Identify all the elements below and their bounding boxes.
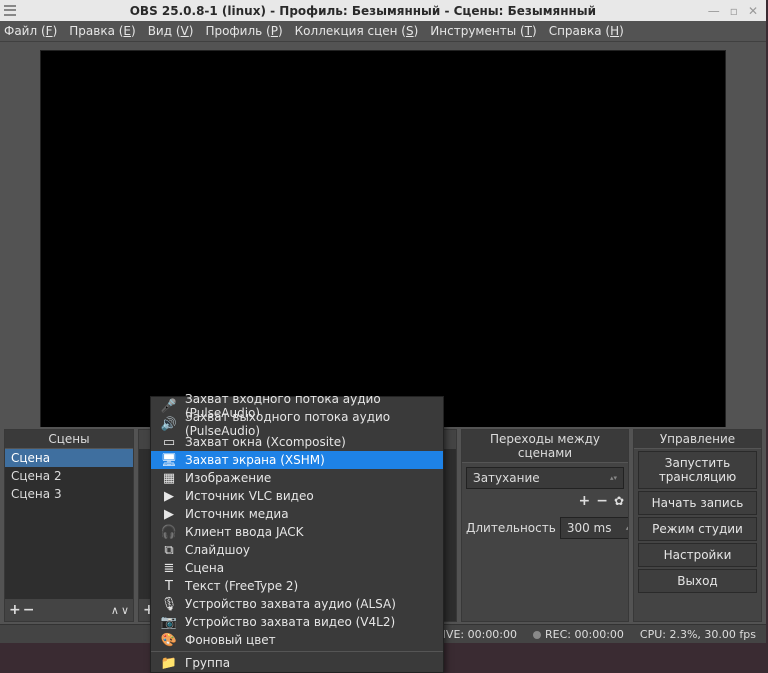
studio-mode-button[interactable]: Режим студии: [638, 517, 757, 541]
window-icon: ▭: [161, 435, 177, 450]
scene-up-button[interactable]: ∧: [111, 604, 119, 617]
exit-button[interactable]: Выход: [638, 569, 757, 593]
source-menu-label: Группа: [185, 656, 230, 670]
source-menu-label: Устройство захвата видео (V4L2): [185, 615, 395, 629]
monitor-icon: 🖥: [161, 453, 177, 468]
preview-canvas[interactable]: [40, 50, 726, 428]
settings-button[interactable]: Настройки: [638, 543, 757, 567]
start-streaming-button[interactable]: Запустить трансляцию: [638, 451, 757, 489]
source-menu-label: Захват выходного потока аудио (PulseAudi…: [185, 410, 433, 438]
combo-spinner-icon: ▴▾: [610, 475, 617, 481]
menu-scene-collection[interactable]: Коллекция сцен (S): [295, 24, 419, 38]
slides-icon: ⧉: [161, 543, 177, 558]
source-menu-label: Захват окна (Xcomposite): [185, 435, 346, 449]
scenes-toolbar: + − ∧ ∨: [5, 599, 133, 621]
jack-icon: 🎧: [161, 525, 177, 540]
scene-down-button[interactable]: ∨: [121, 604, 129, 617]
speaker-icon: 🔊: [161, 417, 177, 432]
titlebar[interactable]: OBS 25.0.8-1 (linux) - Профиль: Безымянн…: [0, 0, 766, 21]
source-menu-group[interactable]: 📁 Группа: [151, 654, 443, 672]
source-menu-label: Слайдшоу: [185, 543, 250, 557]
gear-icon[interactable]: ✿: [614, 493, 624, 509]
maximize-button[interactable]: ▫: [730, 4, 738, 18]
panel-transitions: Переходы между сценами Затухание ▴▾ + − …: [461, 429, 629, 622]
menu-separator: [151, 651, 443, 652]
minimize-button[interactable]: —: [708, 4, 720, 18]
source-menu-item[interactable]: T Текст (FreeType 2): [151, 577, 443, 595]
list-icon: ≣: [161, 561, 177, 576]
transition-type-combo[interactable]: Затухание ▴▾: [466, 467, 624, 489]
add-scene-button[interactable]: +: [9, 602, 21, 618]
source-menu-item[interactable]: 🔊Захват выходного потока аудио (PulseAud…: [151, 415, 443, 433]
source-menu-label: Изображение: [185, 471, 271, 485]
menu-view[interactable]: Вид (V): [148, 24, 194, 38]
source-menu-item[interactable]: 🖥 Захват экрана (XSHM): [151, 451, 443, 469]
menu-file[interactable]: Файл (F): [4, 24, 57, 38]
source-menu-item[interactable]: 🎙 Устройство захвата аудио (ALSA): [151, 595, 443, 613]
source-menu-label: Фоновый цвет: [185, 633, 276, 647]
preview-area: [0, 42, 766, 427]
transition-add-button[interactable]: +: [578, 493, 590, 509]
source-menu-label: Сцена: [185, 561, 224, 575]
start-recording-button[interactable]: Начать запись: [638, 491, 757, 515]
transitions-body: Затухание ▴▾ + − ✿ Длительность 300 ms ▴: [462, 463, 628, 621]
content-area: Сцены Сцена Сцена 2 Сцена 3 + − ∧ ∨ Исто…: [0, 42, 766, 643]
source-menu-item[interactable]: ▦ Изображение: [151, 469, 443, 487]
add-source-context-menu[interactable]: 🎤Захват входного потока аудио (PulseAudi…: [150, 396, 444, 673]
panel-scenes: Сцены Сцена Сцена 2 Сцена 3 + − ∧ ∨: [4, 429, 134, 622]
transition-duration-input[interactable]: 300 ms ▴▾: [560, 517, 628, 539]
text-icon: T: [161, 579, 177, 594]
image-icon: ▦: [161, 471, 177, 486]
status-rec: REC: 00:00:00: [533, 628, 624, 641]
color-icon: 🎨: [161, 633, 177, 648]
transition-duration-label: Длительность: [466, 521, 556, 535]
source-menu-item[interactable]: ≣ Сцена: [151, 559, 443, 577]
source-menu-item[interactable]: 🎧 Клиент ввода JACK: [151, 523, 443, 541]
source-menu-item[interactable]: ▶ Источник медиа: [151, 505, 443, 523]
menu-edit[interactable]: Правка (E): [69, 24, 135, 38]
menubar: Файл (F) Правка (E) Вид (V) Профиль (P) …: [0, 21, 766, 42]
source-menu-item[interactable]: ⧉ Слайдшоу: [151, 541, 443, 559]
close-button[interactable]: ✕: [748, 4, 758, 18]
source-menu-item[interactable]: 📷 Устройство захвата видео (V4L2): [151, 613, 443, 631]
source-menu-label: Устройство захвата аудио (ALSA): [185, 597, 396, 611]
source-menu-item[interactable]: ▶ Источник VLC видео: [151, 487, 443, 505]
source-menu-label: Текст (FreeType 2): [185, 579, 298, 593]
transition-type-value: Затухание: [473, 471, 540, 485]
source-menu-label: Захват экрана (XSHM): [185, 453, 325, 467]
play-icon: ▶: [161, 489, 177, 504]
transition-remove-button[interactable]: −: [596, 493, 608, 509]
menu-help[interactable]: Справка (H): [549, 24, 624, 38]
panel-scenes-header[interactable]: Сцены: [5, 430, 133, 449]
scenes-list[interactable]: Сцена Сцена 2 Сцена 3: [5, 449, 133, 599]
mic-icon: 🎤: [161, 399, 177, 414]
source-menu-label: Клиент ввода JACK: [185, 525, 304, 539]
panel-controls-header[interactable]: Управление: [634, 430, 761, 449]
controls-body: Запустить трансляцию Начать запись Режим…: [634, 449, 761, 621]
panel-transitions-header[interactable]: Переходы между сценами: [462, 430, 628, 463]
scene-item[interactable]: Сцена 3: [5, 485, 133, 503]
status-cpu: CPU: 2.3%, 30.00 fps: [640, 628, 756, 641]
camera-icon: 📷: [161, 615, 177, 630]
panel-controls: Управление Запустить трансляцию Начать з…: [633, 429, 762, 622]
app-menu-icon[interactable]: [4, 4, 18, 18]
play-icon: ▶: [161, 507, 177, 522]
audiodev-icon: 🎙: [161, 597, 177, 612]
window-title: OBS 25.0.8-1 (linux) - Профиль: Безымянн…: [18, 4, 708, 18]
scene-item[interactable]: Сцена: [5, 449, 133, 467]
remove-scene-button[interactable]: −: [23, 602, 35, 618]
source-menu-label: Источник VLC видео: [185, 489, 314, 503]
transition-duration-value: 300 ms: [567, 521, 612, 535]
menu-profile[interactable]: Профиль (P): [205, 24, 282, 38]
scene-item[interactable]: Сцена 2: [5, 467, 133, 485]
source-menu-item[interactable]: 🎨 Фоновый цвет: [151, 631, 443, 649]
folder-icon: 📁: [161, 656, 177, 671]
menu-tools[interactable]: Инструменты (T): [430, 24, 536, 38]
app-window: OBS 25.0.8-1 (linux) - Профиль: Безымянн…: [0, 0, 766, 643]
source-menu-label: Источник медиа: [185, 507, 289, 521]
spinner-icon: ▴▾: [626, 525, 628, 531]
